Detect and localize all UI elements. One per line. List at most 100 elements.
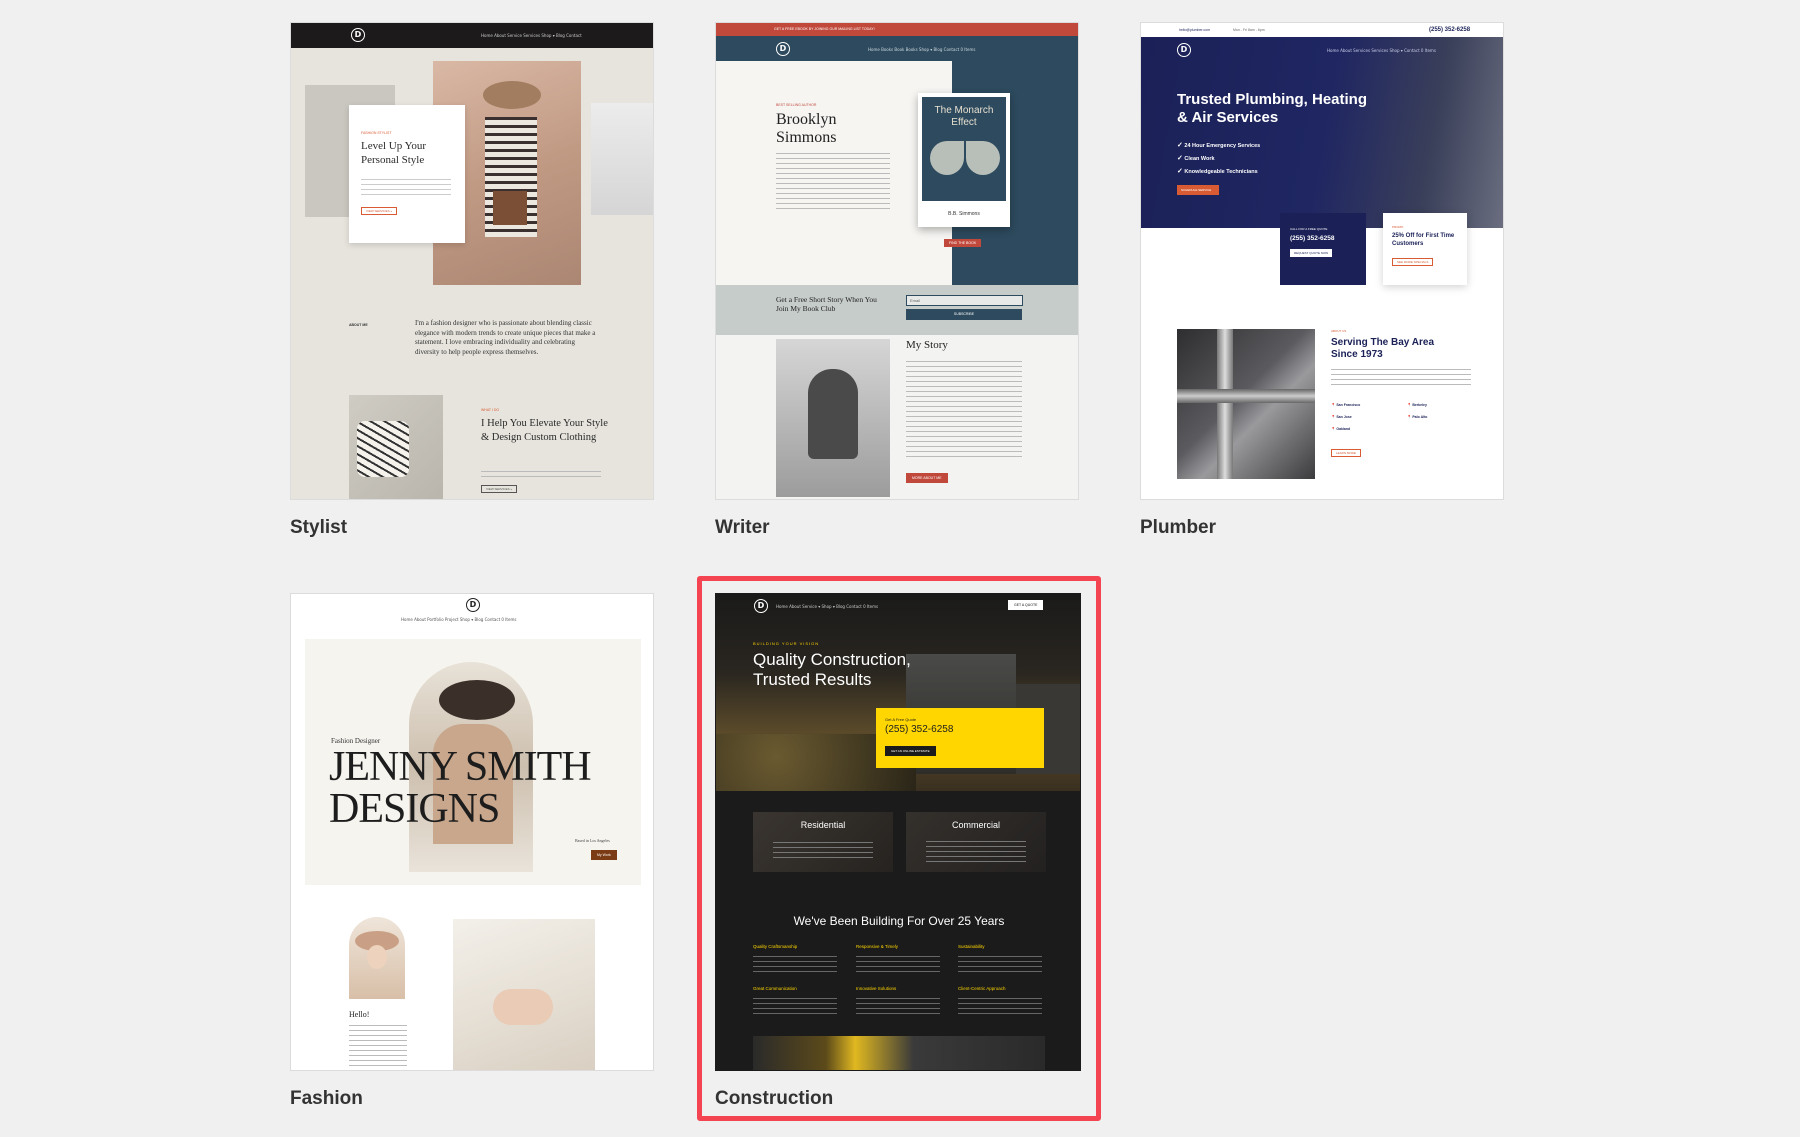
- writer-bio-text: [776, 153, 890, 209]
- fashion-hello-text: [349, 1024, 407, 1066]
- writer-portrait-photo: [776, 339, 890, 497]
- portrait-figure: [808, 369, 858, 459]
- construction-feature-1: Quality Craftsmanship: [753, 944, 798, 949]
- writer-book-title: The Monarch Effect: [934, 105, 994, 128]
- stylist-hero-button[interactable]: VIEW SERVICES »: [361, 207, 398, 215]
- construction-quote-button[interactable]: GET A QUOTE: [1008, 600, 1044, 610]
- writer-find-book-button[interactable]: FIND THE BOOK: [944, 239, 982, 247]
- plumber-check-3: ✓ Knowledgeable Technicians: [1177, 167, 1258, 175]
- plumber-request-quote-button[interactable]: REQUEST QUOTE NOW: [1290, 249, 1333, 257]
- construction-feature-text-6: [958, 994, 1042, 1014]
- plumber-call-phone[interactable]: (255) 352-6258: [1290, 235, 1334, 242]
- stylist-help-headline: I Help You Elevate Your Style & Design C…: [481, 418, 608, 443]
- plumber-check-2: ✓ Clean Work: [1177, 154, 1215, 162]
- plumber-city-5: 📍 Oakland: [1331, 427, 1351, 431]
- card-label-plumber[interactable]: Plumber: [1140, 517, 1216, 539]
- plumber-hero-bg: [1141, 37, 1503, 228]
- plumber-call-label: CALL FOR A FREE QUOTE: [1290, 227, 1328, 231]
- template-card-plumber[interactable]: hello@plumber.com Mon - Fri 8am - 6pm (2…: [1140, 22, 1504, 500]
- writer-email-input[interactable]: Email: [906, 295, 1023, 306]
- template-card-writer[interactable]: GET A FREE EBOOK BY JOINING OUR MAILING …: [715, 22, 1079, 500]
- fashion-small-portrait: [349, 917, 405, 999]
- construction-feature-text-1: [753, 952, 837, 972]
- stylist-what-label: WHAT I DO: [481, 408, 500, 412]
- construction-feature-2: Responsive & Timely: [856, 944, 899, 949]
- construction-phone[interactable]: (255) 352-6258: [885, 724, 953, 735]
- construction-service-residential-text: [773, 838, 873, 858]
- small-portrait-face: [367, 945, 387, 969]
- construction-service-residential-title: Residential: [800, 820, 846, 830]
- construction-feature-text-3: [958, 952, 1042, 972]
- plumber-hours: Mon - Fri 8am - 6pm: [1233, 28, 1265, 32]
- fashion-hands-photo: [453, 919, 595, 1070]
- construction-logo: D: [754, 599, 768, 613]
- plumber-city-1-text: San Francisco: [1336, 403, 1361, 407]
- card-label-construction[interactable]: Construction: [715, 1088, 833, 1110]
- stylist-view-services-button[interactable]: VIEW SERVICES »: [481, 485, 518, 493]
- template-card-fashion[interactable]: D Home About Portfolio Project Shop ▾ Bl…: [290, 593, 654, 1071]
- folded-shirt: [357, 421, 409, 477]
- plumber-call-box: CALL FOR A FREE QUOTE (255) 352-6258 REQ…: [1280, 213, 1366, 285]
- writer-kicker: BEST SELLING AUTHOR: [776, 103, 817, 107]
- stylist-header: [291, 23, 653, 48]
- construction-service-commercial-card[interactable]: Commercial: [906, 812, 1046, 872]
- construction-bottom-photo: [753, 1036, 1045, 1070]
- fashion-location: Based in Los Angeles: [575, 838, 610, 843]
- stylist-nav: Home About Service Services Shop ▾ Blog …: [481, 33, 582, 38]
- construction-service-commercial-title: Commercial: [951, 820, 1000, 830]
- plumber-specials-button[interactable]: SEE MORE SPECIALS: [1392, 258, 1434, 266]
- stylist-help-text: [481, 467, 601, 477]
- writer-name: Brooklyn Simmons: [776, 111, 837, 146]
- writer-book-cover: The Monarch Effect B.B. Simmons: [918, 93, 1010, 227]
- check-icon: ✓: [1177, 155, 1183, 162]
- plumber-logo: D: [1177, 43, 1191, 57]
- construction-feature-text-4: [753, 994, 837, 1014]
- card-label-writer[interactable]: Writer: [715, 517, 770, 539]
- construction-service-residential-card[interactable]: Residential: [753, 812, 893, 872]
- check-icon: ✓: [1177, 168, 1183, 175]
- fashion-my-work-button[interactable]: My Work: [591, 850, 617, 860]
- fashion-nav: Home About Portfolio Project Shop ▾ Blog…: [401, 617, 517, 622]
- template-card-stylist[interactable]: D Home About Service Services Shop ▾ Blo…: [290, 22, 654, 500]
- writer-book-author: B.B. Simmons: [948, 211, 980, 217]
- construction-kicker: BUILDING YOUR VISION: [753, 641, 820, 646]
- plumber-city-3-text: San Jose: [1336, 415, 1352, 419]
- plumber-phone[interactable]: (255) 352-6258: [1429, 27, 1470, 33]
- template-card-construction[interactable]: D Home About Service ▾ Shop ▾ Blog Conta…: [715, 593, 1081, 1071]
- plumber-schedule-button[interactable]: SCHEDULE SERVICE: [1177, 185, 1219, 195]
- construction-feature-text-2: [856, 952, 940, 972]
- plumber-email: hello@plumber.com: [1179, 28, 1210, 32]
- writer-subscribe-button[interactable]: SUBSCRIBE: [906, 309, 1022, 320]
- construction-nav: Home About Service ▾ Shop ▾ Blog Contact…: [776, 604, 879, 609]
- construction-feature-5: Innovative Solutions: [856, 986, 897, 991]
- writer-logo: D: [776, 42, 790, 56]
- stylist-side-photo: [591, 103, 653, 215]
- plumber-about-text: [1331, 367, 1471, 385]
- plumber-about-title: Serving The Bay Area Since 1973: [1331, 337, 1435, 360]
- plumber-learn-more-button[interactable]: LEARN MORE: [1331, 449, 1361, 457]
- plumber-about-kicker: ABOUT US: [1331, 329, 1347, 333]
- fashion-logo: D: [466, 598, 480, 612]
- pipe-shape: [1217, 329, 1233, 479]
- plumber-check-3-text: Knowledgeable Technicians: [1184, 169, 1258, 175]
- plumber-check-1: ✓ 24 Hour Emergency Services: [1177, 141, 1260, 149]
- plumber-city-3: 📍 San Jose: [1331, 415, 1352, 419]
- construction-free-quote-label: Get A Free Quote: [885, 717, 917, 722]
- plumber-city-4-text: Palo Alto: [1412, 415, 1428, 419]
- writer-more-about-button[interactable]: MORE ABOUT ME: [906, 473, 948, 483]
- pipe-shape-horizontal: [1177, 389, 1315, 403]
- writer-topbar: [716, 23, 1078, 36]
- writer-story-title: My Story: [906, 339, 948, 351]
- stylist-headline: Level Up Your Personal Style: [361, 140, 427, 166]
- card-label-stylist[interactable]: Stylist: [290, 517, 347, 539]
- writer-topbar-text: GET A FREE EBOOK BY JOINING OUR MAILING …: [774, 27, 875, 31]
- plumber-city-5-text: Oakland: [1336, 427, 1351, 431]
- construction-estimate-button[interactable]: GET AN ONLINE ESTIMATE: [885, 746, 936, 756]
- writer-story-text: [906, 357, 1022, 457]
- card-label-fashion[interactable]: Fashion: [290, 1088, 363, 1110]
- plumber-promo-kicker: PROMO: [1392, 225, 1404, 229]
- hat-shape: [483, 81, 541, 109]
- plumber-nav: Home About Services Services Shop ▾ Cont…: [1327, 48, 1436, 53]
- plumber-city-2: 📍 Berkeley: [1407, 403, 1427, 407]
- hands-shape: [493, 989, 553, 1025]
